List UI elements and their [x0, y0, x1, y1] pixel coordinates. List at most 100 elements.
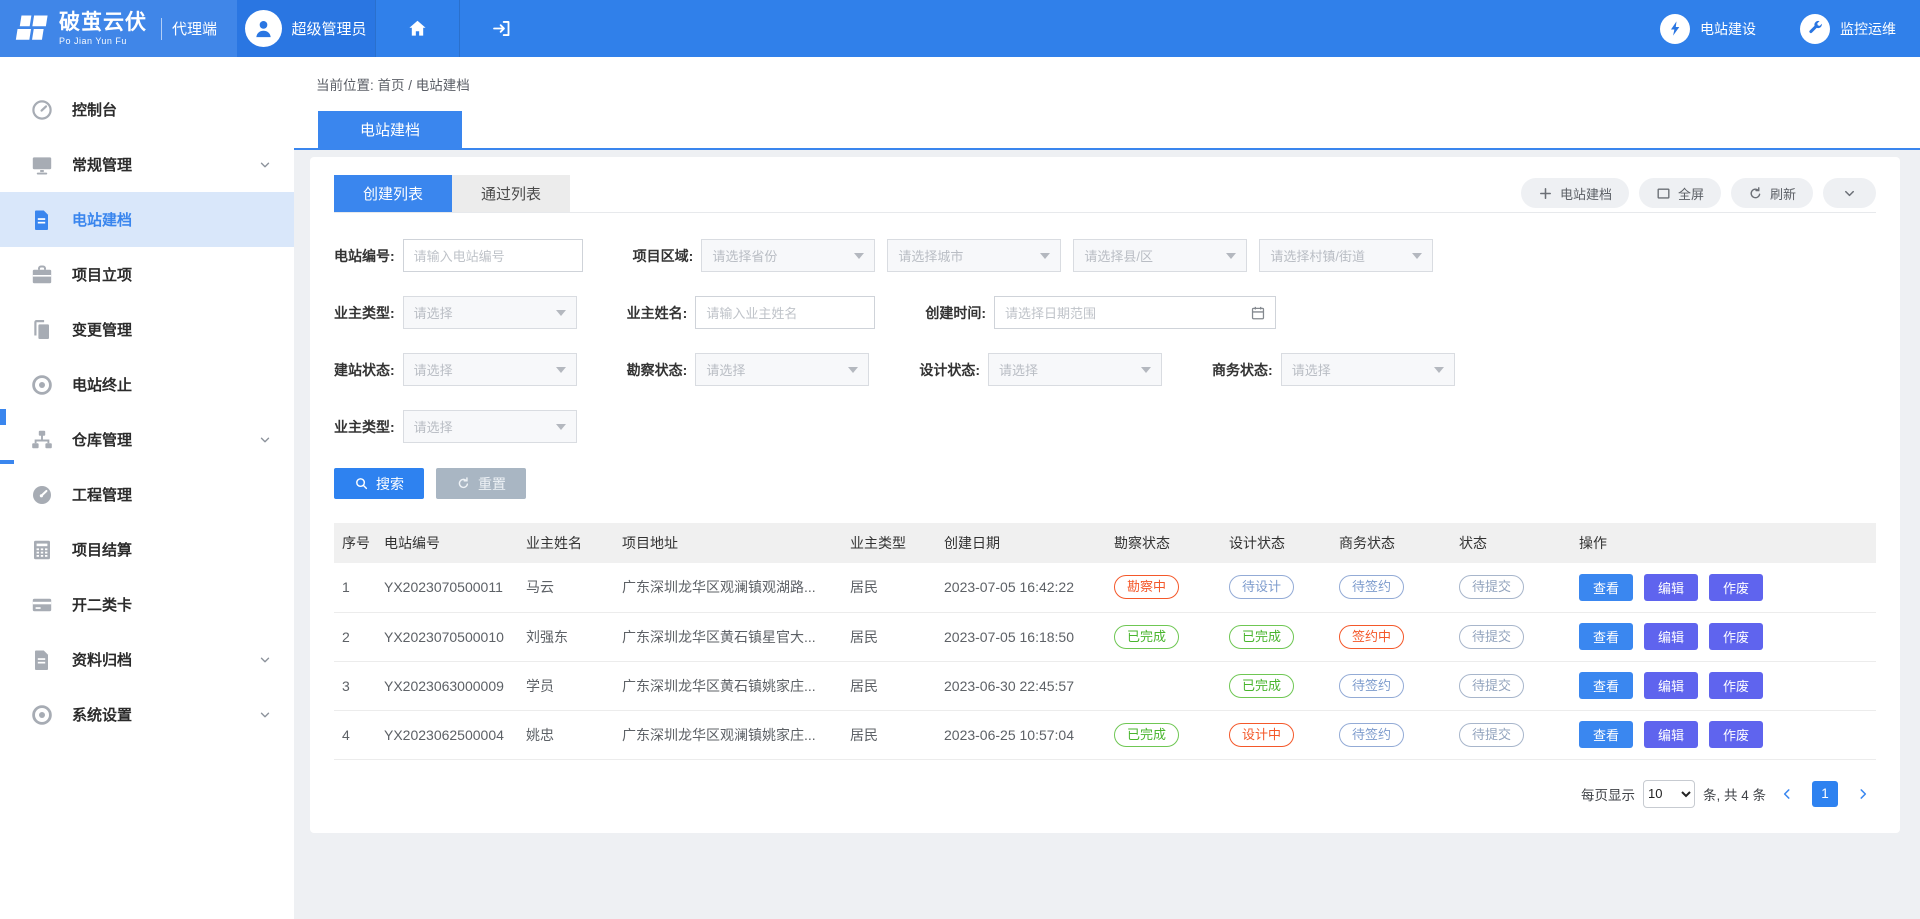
edit-button[interactable]: 编辑 [1644, 721, 1698, 748]
column-header: 状态 [1451, 523, 1571, 563]
owner-name: 姚忠 [518, 710, 614, 759]
sidebar-item-system-settings[interactable]: 系统设置 [0, 687, 294, 742]
project-address: 广东深圳龙华区黄石镇姚家庄... [614, 661, 842, 710]
void-button[interactable]: 作废 [1709, 721, 1763, 748]
filter-label: 勘察状态: [627, 360, 688, 380]
column-header: 操作 [1571, 523, 1876, 563]
caret-down-icon [854, 253, 864, 259]
home-button[interactable] [375, 0, 459, 57]
sidebar-item-label: 控制台 [72, 99, 272, 120]
quick-link-monitoring-ops[interactable]: 监控运维 [1800, 14, 1896, 44]
void-button[interactable]: 作废 [1709, 623, 1763, 650]
view-button[interactable]: 查看 [1579, 623, 1633, 650]
owner-type-select[interactable]: 请选择 [403, 296, 577, 329]
sidebar-item-station-filing[interactable]: 电站建档 [0, 192, 294, 247]
status-cell: 已完成 [1106, 612, 1221, 661]
tab-create-list[interactable]: 创建列表 [334, 175, 452, 212]
chevron-down-icon [258, 708, 272, 722]
chevron-down-icon [258, 158, 272, 172]
filter-group-owner-type-2: 业主类型:请选择 [334, 410, 577, 443]
sidebar-item-engineering[interactable]: 工程管理 [0, 467, 294, 522]
sidebar-item-project-initiation[interactable]: 项目立项 [0, 247, 294, 302]
status-cell: 待提交 [1451, 563, 1571, 612]
tab-passed-list[interactable]: 通过列表 [452, 175, 570, 212]
project-address: 广东深圳龙华区观澜镇观湖路... [614, 563, 842, 612]
add-station-button[interactable]: 电站建档 [1521, 178, 1629, 208]
quick-link-station-construction[interactable]: 电站建设 [1660, 14, 1756, 44]
owner-name: 刘强东 [518, 612, 614, 661]
void-button[interactable]: 作废 [1709, 574, 1763, 601]
logout-button[interactable] [459, 0, 543, 57]
user-menu[interactable]: 超级管理员 [237, 0, 375, 57]
per-page-select[interactable]: 10 [1643, 780, 1695, 808]
filter-label: 建站状态: [334, 360, 395, 380]
placeholder: 请选择 [1292, 360, 1331, 379]
create-time-input[interactable]: 请选择日期范围 [994, 296, 1276, 329]
search-icon [354, 476, 369, 491]
status-badge: 待提交 [1459, 674, 1524, 698]
sidebar-item-change-management[interactable]: 变更管理 [0, 302, 294, 357]
main-content: 当前位置: 首页 / 电站建档 电站建档 创建列表通过列表 电站建档全屏刷新 电… [294, 57, 1920, 919]
caret-down-icon [1141, 367, 1151, 373]
sidebar-item-label: 系统设置 [72, 704, 258, 725]
filter-row: 建站状态:请选择勘察状态:请选择设计状态:请选择商务状态:请选择 [334, 353, 1876, 386]
filter-label: 业主姓名: [627, 303, 688, 323]
button-label: 电站建档 [1560, 184, 1612, 203]
actions-cell: 查看编辑作废 [1571, 661, 1876, 710]
refresh-button[interactable]: 刷新 [1731, 178, 1813, 208]
column-header: 创建日期 [936, 523, 1106, 563]
scroll-indicator[interactable] [0, 409, 6, 425]
sidebar-item-label: 资料归档 [72, 649, 258, 670]
owner-name-input[interactable]: 请输入业主姓名 [695, 296, 875, 329]
filter-group-build-status: 建站状态: 请选择 [334, 353, 577, 386]
page-number[interactable]: 1 [1812, 781, 1838, 807]
status-cell: 已完成 [1221, 661, 1331, 710]
edit-button[interactable]: 编辑 [1644, 574, 1698, 601]
sidebar-item-settlement[interactable]: 项目结算 [0, 522, 294, 577]
reset-button[interactable]: 重置 [436, 468, 526, 499]
search-button[interactable]: 搜索 [334, 468, 424, 499]
fullscreen-button[interactable]: 全屏 [1639, 178, 1721, 208]
sidebar-item-station-termination[interactable]: 电站终止 [0, 357, 294, 412]
filter-group-station-code: 电站编号:请输入电站编号 [334, 239, 583, 272]
sitemap-icon [30, 428, 54, 452]
scroll-indicator[interactable] [0, 460, 14, 464]
page-tab-station-filing[interactable]: 电站建档 [318, 111, 462, 148]
county-select[interactable]: 请选择县/区 [1073, 239, 1247, 272]
build-status-select[interactable]: 请选择 [403, 353, 577, 386]
edit-button[interactable]: 编辑 [1644, 672, 1698, 699]
view-button[interactable]: 查看 [1579, 721, 1633, 748]
per-page-label: 每页显示 [1581, 784, 1635, 804]
view-button[interactable]: 查看 [1579, 574, 1633, 601]
next-page-button[interactable] [1850, 781, 1876, 807]
collapse-button[interactable] [1823, 178, 1876, 208]
edit-button[interactable]: 编辑 [1644, 623, 1698, 650]
project-address: 广东深圳龙华区观澜镇姚家庄... [614, 710, 842, 759]
business-status-select[interactable]: 请选择 [1281, 353, 1455, 386]
sidebar-item-general-management[interactable]: 常规管理 [0, 137, 294, 192]
void-button[interactable]: 作废 [1709, 672, 1763, 699]
survey-status-select[interactable]: 请选择 [695, 353, 869, 386]
province-select[interactable]: 请选择省份 [701, 239, 875, 272]
sidebar-item-type2-card[interactable]: 开二类卡 [0, 577, 294, 632]
owner-type-2-select[interactable]: 请选择 [403, 410, 577, 443]
city-select[interactable]: 请选择城市 [887, 239, 1061, 272]
sidebar-item-console[interactable]: 控制台 [0, 82, 294, 137]
copy-icon [30, 318, 54, 342]
status-cell: 待签约 [1331, 563, 1451, 612]
sidebar-item-warehouse[interactable]: 仓库管理 [0, 412, 294, 467]
icon-circle [1660, 14, 1690, 44]
filter-group-owner-name: 业主姓名: 请输入业主姓名 [627, 296, 876, 329]
filter-form: 电站编号:请输入电站编号项目区域:请选择省份请选择城市请选择县/区请选择村镇/街… [334, 213, 1876, 443]
sidebar: 控制台常规管理电站建档项目立项变更管理电站终止仓库管理工程管理项目结算开二类卡资… [0, 57, 294, 919]
station-code-input[interactable]: 请输入电站编号 [403, 239, 583, 272]
design-status-select[interactable]: 请选择 [988, 353, 1162, 386]
view-button[interactable]: 查看 [1579, 672, 1633, 699]
status-cell: 待提交 [1451, 612, 1571, 661]
reset-icon [456, 476, 471, 491]
sidebar-item-archive[interactable]: 资料归档 [0, 632, 294, 687]
status-cell: 已完成 [1221, 612, 1331, 661]
chevron-down-icon [1842, 186, 1857, 201]
prev-page-button[interactable] [1774, 781, 1800, 807]
town-select[interactable]: 请选择村镇/街道 [1259, 239, 1433, 272]
